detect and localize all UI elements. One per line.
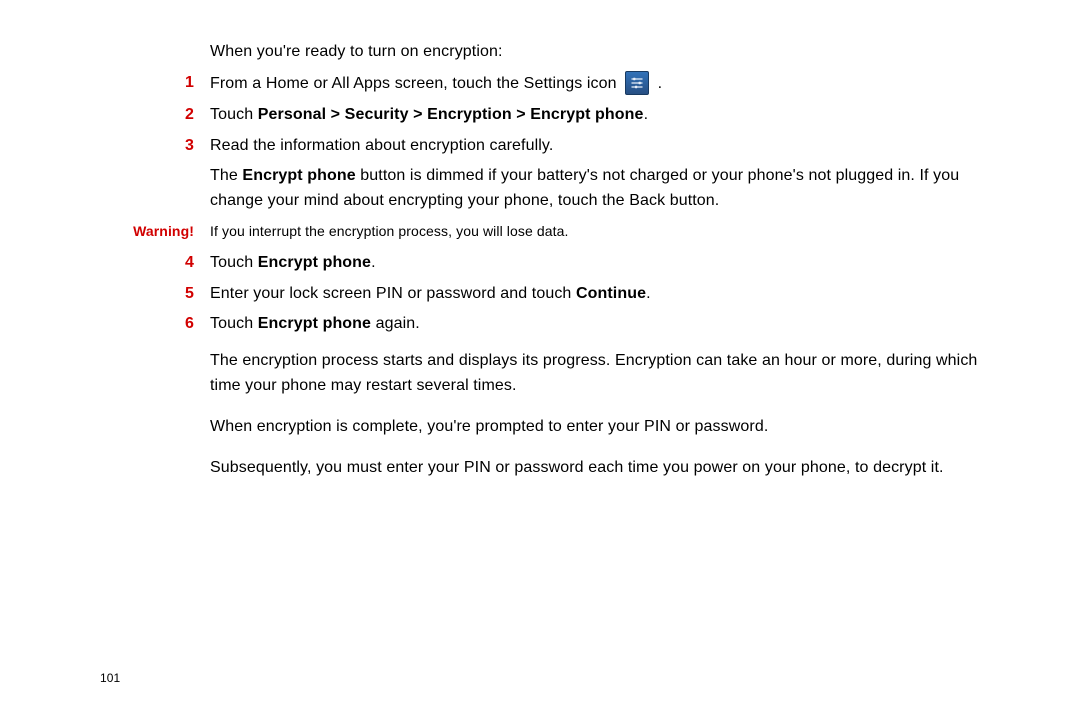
step-body: Read the information about encryption ca…	[210, 134, 1012, 214]
step-paragraph: Touch Encrypt phone.	[210, 251, 1012, 276]
step-row: 1 From a Home or All Apps screen, touch t…	[100, 71, 1012, 97]
steps-list-1: 1 From a Home or All Apps screen, touch t…	[100, 71, 1012, 214]
step-number: 5	[185, 285, 194, 302]
step-row: 4 Touch Encrypt phone.	[100, 251, 1012, 276]
warning-row: Warning! If you interrupt the encryption…	[100, 220, 1012, 245]
followup-paragraph: Subsequently, you must enter your PIN or…	[210, 456, 1012, 481]
step-row: 2 Touch Personal > Security > Encryption …	[100, 103, 1012, 128]
step-paragraph: Touch Encrypt phone again.	[210, 312, 1012, 337]
step-number: 3	[185, 137, 194, 154]
step-paragraph: From a Home or All Apps screen, touch th…	[210, 71, 1012, 97]
followup-paragraphs: The encryption process starts and displa…	[210, 349, 1012, 480]
step-paragraph: Enter your lock screen PIN or password a…	[210, 282, 1012, 307]
step-paragraph: The Encrypt phone button is dimmed if yo…	[210, 164, 1012, 214]
step-body: Touch Encrypt phone.	[210, 251, 1012, 276]
step-row: 6 Touch Encrypt phone again.	[100, 312, 1012, 337]
step-number: 1	[185, 74, 194, 91]
page-number: 101	[100, 669, 120, 688]
step-body: Enter your lock screen PIN or password a…	[210, 282, 1012, 307]
step-row: 5 Enter your lock screen PIN or password …	[100, 282, 1012, 307]
step-body: Touch Encrypt phone again.	[210, 312, 1012, 337]
step-paragraph: Read the information about encryption ca…	[210, 134, 1012, 159]
step-row: 3 Read the information about encryption c…	[100, 134, 1012, 214]
page: When you're ready to turn on encryption:…	[0, 0, 1080, 720]
settings-icon	[625, 71, 649, 95]
warning-text: If you interrupt the encryption process,…	[210, 221, 1012, 243]
step-number: 2	[185, 106, 194, 123]
followup-paragraph: The encryption process starts and displa…	[210, 349, 1012, 399]
step-number: 4	[185, 254, 194, 271]
step-body: From a Home or All Apps screen, touch th…	[210, 71, 1012, 97]
warning-label: Warning!	[133, 223, 194, 239]
followup-paragraph: When encryption is complete, you're prom…	[210, 415, 1012, 440]
step-number: 6	[185, 315, 194, 332]
step-paragraph: Touch Personal > Security > Encryption >…	[210, 103, 1012, 128]
step-body: Touch Personal > Security > Encryption >…	[210, 103, 1012, 128]
intro-text: When you're ready to turn on encryption:	[210, 40, 1012, 65]
steps-list-2: 4 Touch Encrypt phone. 5 Enter your lock sc…	[100, 251, 1012, 337]
